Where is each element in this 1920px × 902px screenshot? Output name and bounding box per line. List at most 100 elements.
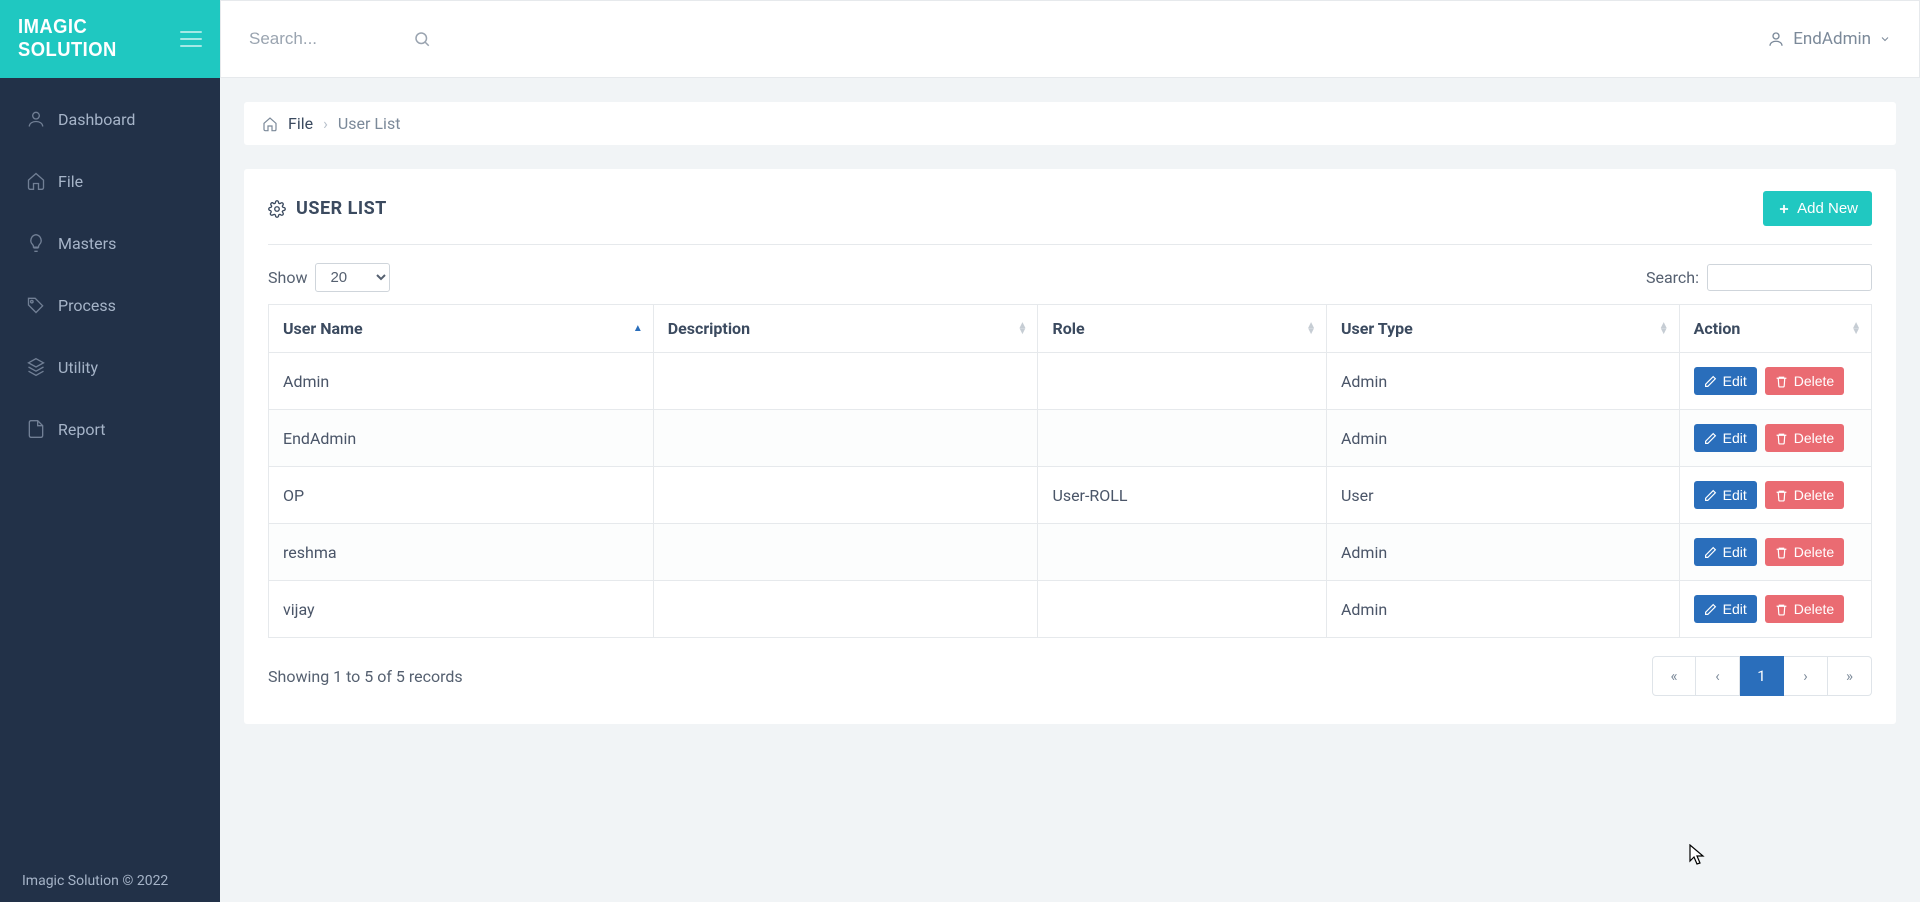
breadcrumb-root[interactable]: File (288, 114, 313, 133)
sidebar-item-utility[interactable]: Utility (0, 336, 220, 398)
delete-button[interactable]: Delete (1765, 424, 1844, 452)
table-row: reshma Admin Edit Delete (269, 524, 1872, 581)
page-title: USER LIST (268, 198, 387, 219)
edit-button[interactable]: Edit (1694, 538, 1757, 566)
cell-description (653, 524, 1038, 581)
delete-label: Delete (1794, 544, 1834, 560)
pager-page-1[interactable]: 1 (1740, 656, 1784, 696)
table-row: AdminAdminEditDelete (269, 353, 1872, 410)
sidebar-item-file[interactable]: File (0, 150, 220, 212)
plus-icon (1777, 202, 1791, 216)
delete-button[interactable]: Delete (1765, 538, 1844, 566)
delete-label: Delete (1794, 373, 1834, 389)
edit-icon (1704, 489, 1717, 502)
pager: « ‹ 1 › » (1652, 656, 1872, 696)
user-icon (22, 109, 50, 129)
col-header-username[interactable]: User Name ▲ (269, 305, 654, 353)
cell-role (1038, 524, 1327, 581)
delete-label: Delete (1794, 430, 1834, 446)
cell-username: Admin (269, 353, 654, 410)
search-icon[interactable] (413, 30, 431, 48)
add-new-button[interactable]: Add New (1763, 191, 1872, 226)
trash-icon (1775, 546, 1788, 559)
edit-label: Edit (1723, 487, 1747, 503)
edit-button[interactable]: Edit (1694, 367, 1757, 395)
cell-description (653, 581, 1038, 638)
cell-role (1038, 581, 1327, 638)
sidebar-item-label: Masters (58, 234, 116, 253)
global-search (249, 29, 431, 49)
brand-logo-text: IMAGIC SOLUTION (18, 16, 167, 62)
breadcrumb: File › User List (244, 102, 1896, 145)
cell-username: reshma (269, 524, 654, 581)
table-controls: Show 20 Search: (268, 245, 1872, 304)
tag-icon (22, 295, 50, 315)
main-content: File › User List USER LIST Add New Show (220, 78, 1920, 902)
sidebar-item-label: File (58, 172, 83, 191)
delete-button[interactable]: Delete (1765, 595, 1844, 623)
cell-role: User-ROLL (1038, 467, 1327, 524)
cell-usertype: User (1326, 467, 1679, 524)
sort-icon: ▲▼ (1018, 323, 1028, 335)
col-header-action: Action ▲▼ (1679, 305, 1871, 353)
table-info-text: Showing 1 to 5 of 5 records (268, 667, 463, 686)
sidebar-header: IMAGIC SOLUTION (0, 0, 220, 78)
delete-label: Delete (1794, 601, 1834, 617)
cell-username: OP (269, 467, 654, 524)
cell-username: EndAdmin (269, 410, 654, 467)
add-new-label: Add New (1797, 200, 1858, 217)
home-icon (262, 116, 278, 132)
pager-next[interactable]: › (1784, 656, 1828, 696)
search-input[interactable] (249, 29, 399, 49)
edit-icon (1704, 375, 1717, 388)
sidebar: IMAGIC SOLUTION Dashboard File Masters (0, 0, 220, 902)
edit-icon (1704, 546, 1717, 559)
table-search-input[interactable] (1707, 264, 1872, 291)
sidebar-item-process[interactable]: Process (0, 274, 220, 336)
col-header-label: User Name (283, 319, 363, 338)
sidebar-item-dashboard[interactable]: Dashboard (0, 88, 220, 150)
col-header-usertype[interactable]: User Type ▲▼ (1326, 305, 1679, 353)
cell-description (653, 410, 1038, 467)
table-footer: Showing 1 to 5 of 5 records « ‹ 1 › » (268, 638, 1872, 696)
pager-last[interactable]: » (1828, 656, 1872, 696)
sidebar-nav: Dashboard File Masters Process Utility (0, 78, 220, 860)
cell-description (653, 353, 1038, 410)
col-header-label: Description (668, 319, 750, 338)
sort-asc-icon: ▲ (633, 326, 643, 332)
show-select[interactable]: 20 (315, 263, 390, 292)
sidebar-item-label: Report (58, 420, 106, 439)
edit-button[interactable]: Edit (1694, 424, 1757, 452)
card-header: USER LIST Add New (268, 191, 1872, 245)
col-header-role[interactable]: Role ▲▼ (1038, 305, 1327, 353)
edit-button[interactable]: Edit (1694, 481, 1757, 509)
table-row: EndAdmin Admin Edit Delete (269, 410, 1872, 467)
hamburger-icon[interactable] (180, 30, 202, 48)
user-menu[interactable]: EndAdmin (1767, 29, 1891, 49)
show-entries: Show 20 (268, 263, 390, 292)
trash-icon (1775, 489, 1788, 502)
col-header-description[interactable]: Description ▲▼ (653, 305, 1038, 353)
page-title-text: USER LIST (296, 198, 387, 219)
layers-icon (22, 357, 50, 377)
delete-button[interactable]: Delete (1765, 481, 1844, 509)
cell-description (653, 467, 1038, 524)
user-icon (1767, 30, 1785, 48)
cell-usertype: Admin (1326, 524, 1679, 581)
trash-icon (1775, 432, 1788, 445)
cell-role (1038, 410, 1327, 467)
breadcrumb-current: User List (338, 114, 401, 133)
edit-button[interactable]: Edit (1694, 595, 1757, 623)
sidebar-item-label: Process (58, 296, 116, 315)
cell-role (1038, 353, 1327, 410)
delete-button[interactable]: Delete (1765, 367, 1844, 395)
sidebar-item-masters[interactable]: Masters (0, 212, 220, 274)
table-row: vijayAdminEditDelete (269, 581, 1872, 638)
cell-usertype: Admin (1326, 581, 1679, 638)
cell-usertype: Admin (1326, 410, 1679, 467)
col-header-label: User Type (1341, 319, 1413, 338)
pager-first[interactable]: « (1652, 656, 1696, 696)
table-search-wrap: Search: (1646, 264, 1872, 291)
pager-prev[interactable]: ‹ (1696, 656, 1740, 696)
sidebar-item-report[interactable]: Report (0, 398, 220, 460)
